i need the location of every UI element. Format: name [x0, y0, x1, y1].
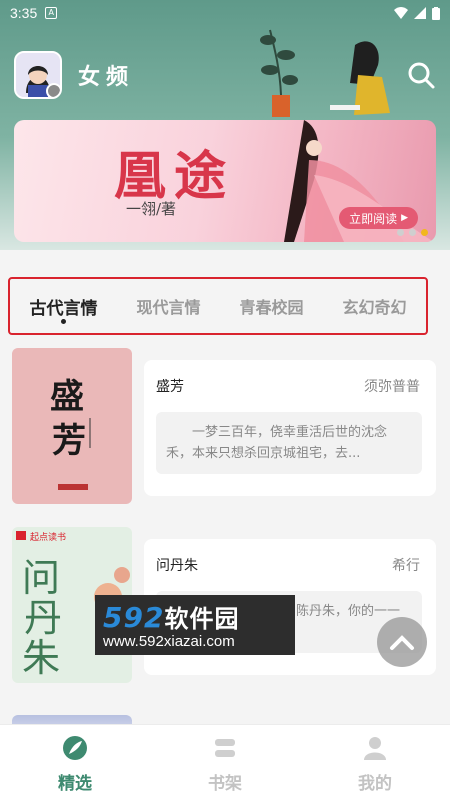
tab-fantasy[interactable]: 玄幻奇幻 [342, 294, 406, 318]
a-notification-icon: A [45, 7, 58, 19]
nav-profile[interactable]: 我的 [300, 725, 450, 800]
promo-banner[interactable]: 凰途 一翎/著 立即阅读 ▶ [14, 120, 436, 242]
nav-bookshelf[interactable]: 书架 [150, 725, 300, 800]
nav-featured-label: 精选 [58, 774, 92, 794]
svg-text:起点读书: 起点读书 [30, 531, 66, 543]
tab-youth-campus[interactable]: 青春校园 [239, 294, 303, 318]
book-author: 希行 [392, 558, 420, 574]
wifi-icon [394, 7, 408, 19]
watermark-logo: 592软件园 www.592xiazai.com [95, 595, 295, 655]
watermark-brand-cn: 软件园 [164, 605, 240, 633]
book-description: 一梦三百年，侥幸重活后世的沈念禾，本来只想杀回京城祖宅，去... [156, 412, 422, 474]
status-bar: 3:35 A [0, 0, 450, 26]
svg-text:丹: 丹 [24, 596, 62, 640]
svg-text:朱: 朱 [22, 636, 60, 680]
watermark-brand-row: 592软件园 [103, 599, 239, 634]
pagination-dot-active[interactable] [421, 229, 428, 236]
tab-modern-romance[interactable]: 现代言情 [136, 294, 200, 318]
svg-text:芳: 芳 [52, 421, 86, 461]
switch-channel-badge [46, 83, 60, 97]
book-title[interactable]: 问丹朱 [156, 555, 198, 575]
channel-title[interactable]: 女频 [78, 59, 134, 91]
play-arrow-icon: ▶ [401, 213, 408, 223]
pagination-dot[interactable] [409, 229, 416, 236]
cellular-signal-icon [414, 7, 426, 19]
category-tabs: 古代言情 现代言情 青春校园 玄幻奇幻 [8, 277, 428, 335]
chevron-up-icon [390, 635, 414, 650]
banner-author: 一翎/著 [126, 200, 177, 218]
watermark-brand: 592 [103, 601, 165, 634]
read-now-button[interactable]: 立即阅读 ▶ [339, 207, 418, 229]
book-author: 须弥普普 [364, 379, 420, 395]
status-icons [394, 6, 440, 20]
status-time: 3:35 [10, 5, 38, 21]
top-bar: 女频 [14, 48, 436, 102]
person-icon [364, 737, 386, 760]
scroll-to-top-button[interactable] [377, 617, 427, 667]
girl-avatar-icon[interactable] [14, 51, 62, 99]
read-now-label: 立即阅读 [349, 211, 398, 226]
feather-icon [63, 736, 87, 760]
book-cover-art: 盛 芳 [50, 377, 91, 490]
book-title[interactable]: 盛芳 [156, 376, 184, 396]
list-item[interactable]: 盛 芳 盛芳 须弥普普 一梦三百年，侥幸重活后世的沈念禾，本来只想杀回京城祖宅，… [12, 348, 436, 504]
book-cover[interactable]: 盛 芳 [12, 348, 132, 504]
bottom-navigation: 精选 书架 我的 [0, 724, 450, 800]
nav-bookshelf-label: 书架 [208, 774, 242, 794]
nav-profile-label: 我的 [358, 774, 392, 794]
book-info-card[interactable]: 盛芳 须弥普普 一梦三百年，侥幸重活后世的沈念禾，本来只想杀回京城祖宅，去... [144, 360, 436, 496]
bookshelf-icon [215, 739, 235, 757]
battery-icon [432, 6, 440, 20]
tab-ancient-romance[interactable]: 古代言情 [29, 294, 97, 324]
nav-featured[interactable]: 精选 [0, 725, 150, 800]
svg-text:问: 问 [22, 556, 60, 600]
svg-text:盛: 盛 [50, 377, 84, 417]
watermark-url: www.592xiazai.com [103, 633, 235, 650]
search-icon[interactable] [406, 60, 436, 90]
banner-pagination [397, 229, 428, 236]
pagination-dot[interactable] [397, 229, 404, 236]
